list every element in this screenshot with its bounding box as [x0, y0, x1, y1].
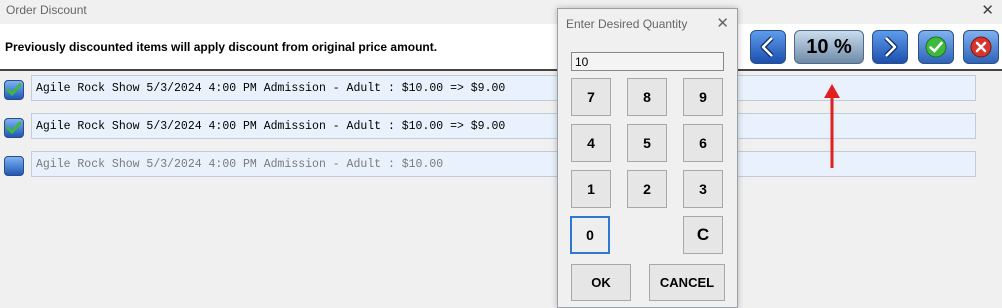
previous-discount-button[interactable]	[750, 30, 786, 64]
item-description: Agile Rock Show 5/3/2024 4:00 PM Admissi…	[36, 158, 444, 171]
chevron-left-icon	[760, 36, 774, 58]
checkmark-icon	[6, 83, 22, 97]
item-checkbox[interactable]	[4, 156, 24, 176]
keypad-key-8[interactable]: 8	[627, 78, 667, 116]
keypad-key-4[interactable]: 4	[571, 124, 611, 162]
keypad-key-2[interactable]: 2	[627, 170, 667, 208]
chevron-right-icon	[884, 36, 898, 58]
checkmark-icon	[6, 121, 22, 135]
title-bar: Order Discount ✕	[0, 0, 1002, 24]
cancel-discount-button[interactable]	[963, 30, 999, 64]
keypad-ok-button[interactable]: OK	[571, 264, 631, 301]
discount-percent-button[interactable]: 10 %	[794, 30, 864, 64]
keypad-title: Enter Desired Quantity	[566, 17, 688, 31]
keypad-key-0[interactable]: 0	[570, 216, 610, 254]
item-description: Agile Rock Show 5/3/2024 4:00 PM Admissi…	[36, 120, 506, 133]
keypad-clear-key[interactable]: C	[683, 216, 723, 254]
window-close-button[interactable]: ✕	[981, 1, 994, 19]
banner-message: Previously discounted items will apply d…	[5, 40, 438, 54]
quantity-input[interactable]	[571, 52, 724, 71]
discount-percent-label: 10 %	[806, 35, 852, 58]
item-checkbox[interactable]	[4, 118, 24, 138]
item-checkbox[interactable]	[4, 80, 24, 100]
next-discount-button[interactable]	[872, 30, 908, 64]
keypad-key-5[interactable]: 5	[627, 124, 667, 162]
window-title: Order Discount	[6, 3, 87, 17]
confirm-button[interactable]	[918, 30, 954, 64]
keypad-key-7[interactable]: 7	[571, 78, 611, 116]
keypad-close-button[interactable]: ✕	[716, 14, 729, 32]
keypad-cancel-button[interactable]: CANCEL	[649, 264, 725, 301]
annotation-arrow	[824, 84, 840, 168]
keypad-key-6[interactable]: 6	[683, 124, 723, 162]
keypad-key-3[interactable]: 3	[683, 170, 723, 208]
keypad-key-1[interactable]: 1	[571, 170, 611, 208]
close-circle-icon	[970, 36, 992, 58]
item-description: Agile Rock Show 5/3/2024 4:00 PM Admissi…	[36, 82, 506, 95]
quantity-keypad-dialog: Enter Desired Quantity ✕ 7 8 9 4 5 6 1 2…	[557, 8, 738, 308]
check-circle-icon	[925, 36, 947, 58]
keypad-key-9[interactable]: 9	[683, 78, 723, 116]
